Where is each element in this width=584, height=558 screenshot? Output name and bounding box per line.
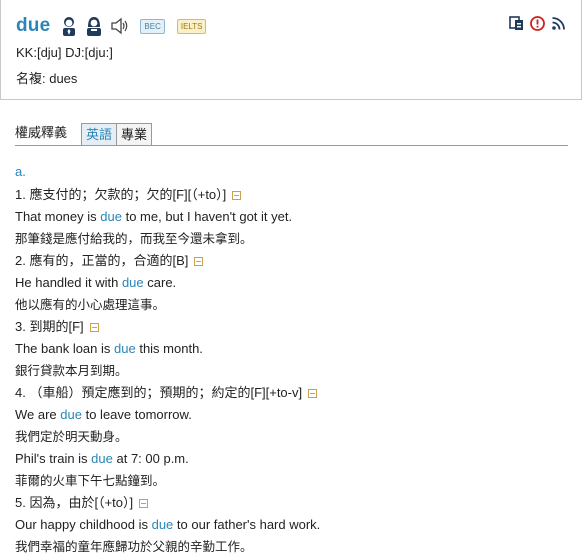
sense-heading: 2. 應有的，正當的，合適的[B]: [15, 250, 575, 272]
line-text: care.: [143, 275, 177, 290]
line-text: 5. 因為，由於[（+to）]: [15, 495, 134, 510]
part-of-speech: a.: [15, 164, 26, 179]
highlighted-headword[interactable]: due: [60, 407, 82, 422]
example-translation: 他以應有的小心處理這事。: [15, 294, 575, 316]
line-text: That money is: [15, 209, 101, 224]
definition-list: 1. 應支付的；欠款的；欠的[F][（+to）] That money is du…: [15, 184, 575, 558]
example-translation: 菲爾的火車下午七點鐘到。: [15, 470, 575, 492]
tabs-title: 權威釋義: [15, 125, 68, 140]
example-sentence: That money is due to me, but I haven't g…: [15, 206, 575, 228]
example-sentence: He handled it with due care.: [15, 272, 575, 294]
line-text: He handled it with: [15, 275, 122, 290]
example-sentence: We are due to leave tomorrow.: [15, 404, 575, 426]
line-text: to me, but I haven't got it yet.: [121, 209, 293, 224]
line-text: to our father's hard work.: [173, 517, 321, 532]
highlighted-headword[interactable]: due: [114, 341, 136, 356]
example-sentence: Our happy childhood is due to our father…: [15, 514, 575, 536]
sense-heading: 3. 到期的[F]: [15, 316, 575, 338]
plural-form: 名複: dues: [16, 71, 78, 86]
example-translation: 那筆錢是應付給我的，而我至今還未拿到。: [15, 228, 575, 250]
example-sentence: The bank loan is due this month.: [15, 338, 575, 360]
line-text: The bank loan is: [15, 341, 115, 356]
highlighted-headword[interactable]: due: [91, 451, 113, 466]
collapse-icon[interactable]: [89, 323, 99, 333]
male-voice-icon[interactable]: [60, 16, 78, 36]
line-text: 2. 應有的，正當的，合適的[B]: [15, 253, 189, 268]
tab-professional[interactable]: 專業: [116, 123, 153, 145]
example-sentence: Phil's train is due at 7: 00 p.m.: [15, 448, 575, 470]
pronunciation: KK:[dju] DJ:[dju:]: [16, 45, 113, 60]
definition-tabs: 權威釋義 英語 專業: [15, 123, 568, 146]
rss-icon[interactable]: [551, 16, 566, 31]
line-text: 他以應有的小心處理這事。: [15, 298, 166, 312]
line-text: 3. 到期的[F]: [15, 319, 84, 334]
example-translation: 我們定於明天動身。: [15, 426, 575, 448]
sense-heading: 5. 因為，由於[（+to）]: [15, 492, 575, 514]
line-text: Our happy childhood is: [15, 517, 152, 532]
line-text: 菲爾的火車下午七點鐘到。: [15, 474, 166, 488]
collapse-icon[interactable]: [194, 257, 204, 267]
line-text: We are: [15, 407, 61, 422]
headword: due: [16, 15, 51, 36]
example-translation: 銀行貸款本月到期。: [15, 360, 575, 382]
line-text: 銀行貸款本月到期。: [15, 364, 128, 378]
example-translation: 我們幸福的童年應歸功於父親的辛勤工作。: [15, 536, 575, 558]
line-text: this month.: [135, 341, 203, 356]
line-text: 我們定於明天動身。: [15, 430, 128, 444]
collapse-icon[interactable]: [139, 499, 149, 509]
highlighted-headword[interactable]: due: [100, 209, 122, 224]
highlighted-headword[interactable]: due: [152, 517, 174, 532]
sense-heading: 4. （車船）預定應到的；預期的；約定的[F][+to-v]: [15, 382, 575, 404]
speaker-icon[interactable]: [110, 17, 130, 35]
female-voice-icon[interactable]: [85, 16, 103, 36]
line-text: Phil's train is: [15, 451, 92, 466]
entry-tools: [509, 16, 566, 31]
entry-header: due BEC IELTS KK:[dju] DJ:[dju:] 名複: due…: [0, 0, 582, 100]
collapse-icon[interactable]: [232, 191, 242, 201]
headword-row: due BEC IELTS: [16, 13, 218, 39]
ielts-badge[interactable]: IELTS: [176, 18, 207, 34]
line-text: to leave tomorrow.: [81, 407, 192, 422]
collapse-icon[interactable]: [308, 389, 318, 399]
tab-english[interactable]: 英語: [81, 123, 118, 145]
translate-icon[interactable]: [509, 16, 524, 31]
bec-badge[interactable]: BEC: [140, 18, 165, 34]
highlighted-headword[interactable]: due: [122, 275, 144, 290]
line-text: 1. 應支付的；欠款的；欠的[F][（+to）]: [15, 187, 227, 202]
line-text: 我們幸福的童年應歸功於父親的辛勤工作。: [15, 540, 253, 554]
line-text: 4. （車船）預定應到的；預期的；約定的[F][+to-v]: [15, 385, 303, 400]
sense-heading: 1. 應支付的；欠款的；欠的[F][（+to）]: [15, 184, 575, 206]
line-text: 那筆錢是應付給我的，而我至今還未拿到。: [15, 232, 253, 246]
report-icon[interactable]: [530, 16, 545, 31]
line-text: at 7: 00 p.m.: [112, 451, 189, 466]
